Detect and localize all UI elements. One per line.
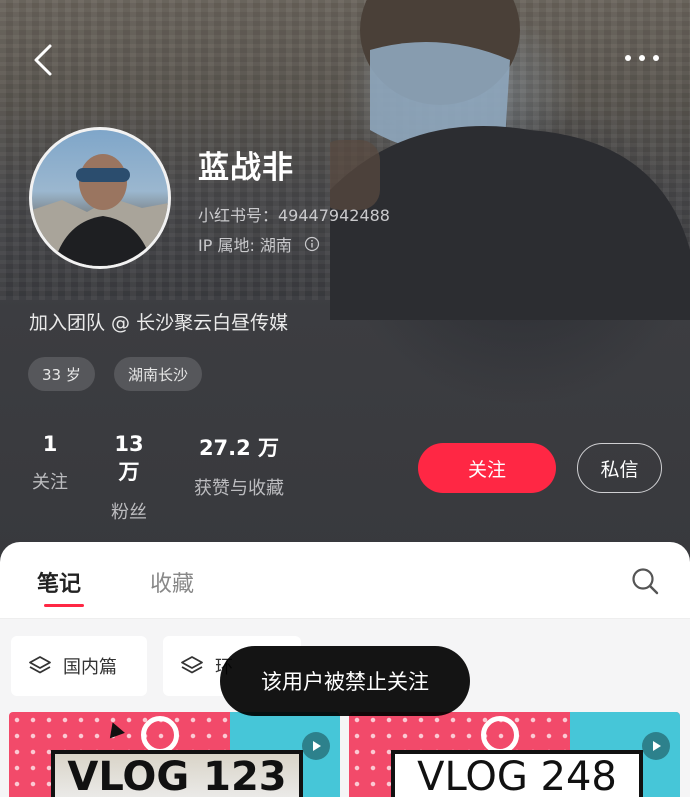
collection-chip-label: 国内篇 [63,657,117,678]
more-options-icon[interactable] [620,48,664,68]
message-button[interactable]: 私信 [577,443,662,493]
tab-collections[interactable]: 收藏 [150,566,194,598]
layers-icon [181,656,203,674]
avatar-photo [32,154,168,266]
stat-following[interactable]: 1 关注 [28,432,72,494]
video-play-icon [302,732,330,760]
profile-name: 蓝战非 [198,150,294,186]
stat-likes-collects[interactable]: 27.2 万 获赞与收藏 [186,432,292,500]
video-play-icon [642,732,670,760]
card-title-box: VLOG 248 [391,750,643,797]
card-title: VLOG 123 [67,754,287,797]
age-tag: 33 岁 [28,357,95,391]
note-card[interactable]: VLOG 248 [349,712,680,797]
fans-label: 粉丝 [111,502,147,523]
active-tab-indicator [44,604,84,607]
following-count: 1 [42,432,58,456]
card-title-box: VLOG 123 [51,750,303,797]
avatar[interactable] [29,127,171,269]
info-icon[interactable] [304,236,320,252]
card-decoration [141,716,179,754]
card-decoration [481,716,519,754]
xhs-id: 小红书号：4944794248​8 [198,206,390,225]
toast-message: 该用户被禁止关注 [220,646,470,716]
note-card[interactable]: VLOG 123 [9,712,340,797]
search-icon[interactable] [630,566,660,596]
fans-count: 13 万 [114,432,144,484]
ip-location: IP 属地: 湖南 [198,232,320,256]
back-icon[interactable] [28,40,60,80]
layers-icon [29,656,51,674]
collection-chip-domestic[interactable]: 国内篇 [11,636,147,696]
follow-button[interactable]: 关注 [418,443,556,493]
location-tag: 湖南长沙 [114,357,203,391]
following-label: 关注 [32,472,68,493]
profile-bio: 加入团队 @ 长沙聚云白昼传媒 [29,312,289,334]
likes-label: 获赞与收藏 [194,478,284,499]
tab-notes[interactable]: 笔记 [37,566,81,598]
stat-fans[interactable]: 13 万 粉丝 [101,432,157,524]
card-title: VLOG 248 [417,754,617,797]
likes-count: 27.2 万 [198,436,280,460]
ip-location-text: IP 属地: 湖南 [198,236,292,255]
